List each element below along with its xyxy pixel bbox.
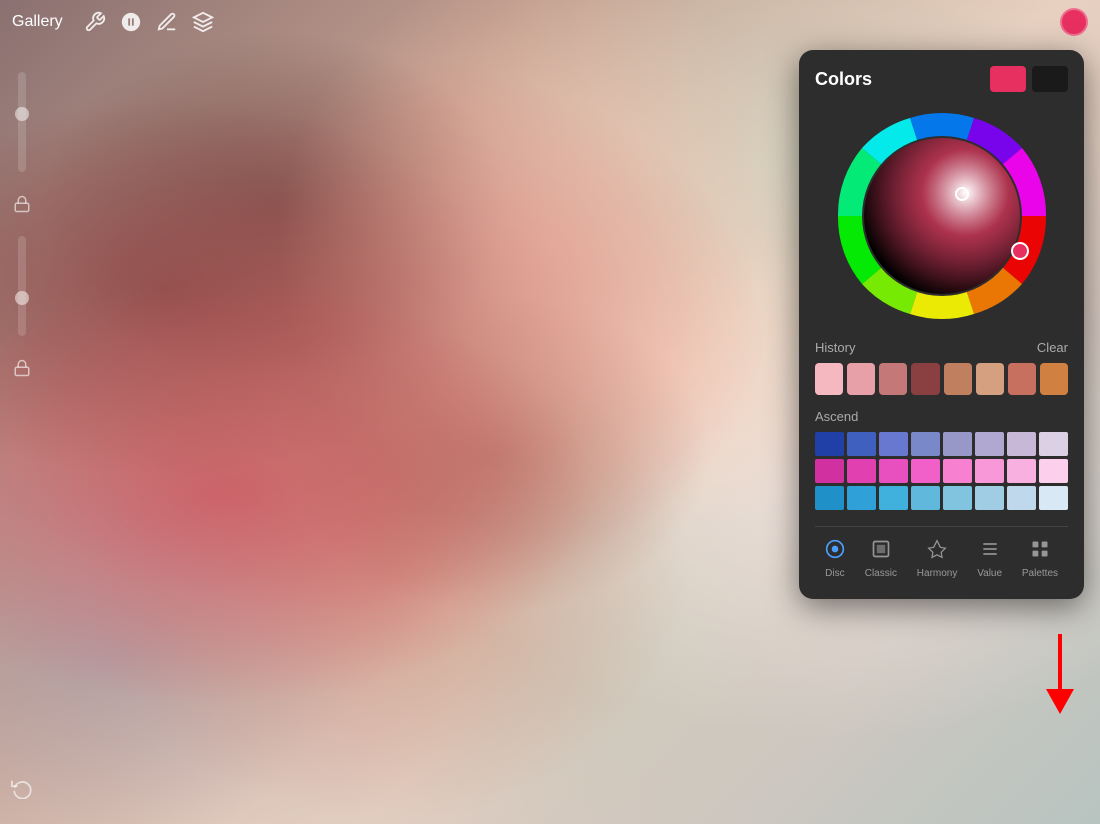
palette-swatch[interactable] <box>815 486 844 510</box>
palette-swatch[interactable] <box>911 432 940 456</box>
classic-tab-icon <box>871 539 891 564</box>
palette-swatch[interactable] <box>975 432 1004 456</box>
palette-title: Ascend <box>815 409 1068 424</box>
palette-swatch[interactable] <box>815 432 844 456</box>
secondary-swatch[interactable] <box>1032 66 1068 92</box>
tab-value[interactable]: Value <box>969 535 1010 583</box>
toolbar-tools <box>79 6 219 38</box>
size-lock-icon[interactable] <box>6 352 38 384</box>
color-wheel-container <box>815 106 1068 326</box>
palettes-tab-icon <box>1030 539 1050 564</box>
value-tab-icon <box>980 539 1000 564</box>
tab-harmony[interactable]: Harmony <box>909 535 966 583</box>
palette-swatch[interactable] <box>847 459 876 483</box>
history-swatch-5[interactable] <box>944 363 972 395</box>
primary-swatch[interactable] <box>990 66 1026 92</box>
tab-classic[interactable]: Classic <box>857 535 905 583</box>
gallery-label: Gallery <box>12 13 63 31</box>
opacity-lock-icon[interactable] <box>6 188 38 220</box>
disc-tab-icon <box>825 539 845 564</box>
clear-button[interactable]: Clear <box>1037 340 1068 355</box>
palette-swatch[interactable] <box>1039 486 1068 510</box>
toolbar-right <box>1060 8 1088 36</box>
palette-swatch[interactable] <box>815 459 844 483</box>
palette-swatch[interactable] <box>975 486 1004 510</box>
palette-swatch[interactable] <box>911 459 940 483</box>
red-arrow-annotation <box>1040 634 1080 724</box>
disc-tab-label: Disc <box>825 568 844 579</box>
history-header: History Clear <box>815 340 1068 355</box>
color-swatches-header <box>990 66 1068 92</box>
harmony-tab-label: Harmony <box>917 568 958 579</box>
active-color-button[interactable] <box>1060 8 1088 36</box>
palette-swatch[interactable] <box>1039 432 1068 456</box>
undo-button[interactable] <box>6 772 38 804</box>
history-swatch-4[interactable] <box>911 363 939 395</box>
color-wheel[interactable] <box>832 106 1052 326</box>
value-tab-label: Value <box>977 568 1002 579</box>
colors-title: Colors <box>815 69 872 90</box>
palette-swatch[interactable] <box>847 432 876 456</box>
history-swatch-1[interactable] <box>815 363 843 395</box>
history-title: History <box>815 340 855 355</box>
palette-swatch[interactable] <box>1007 459 1036 483</box>
history-swatch-7[interactable] <box>1008 363 1036 395</box>
left-sidebar <box>0 44 44 824</box>
wrench-icon[interactable] <box>79 6 111 38</box>
color-tabs: Disc Classic Harmony <box>815 526 1068 583</box>
palette-swatch[interactable] <box>943 432 972 456</box>
palette-swatch[interactable] <box>1039 459 1068 483</box>
harmony-tab-icon <box>927 539 947 564</box>
history-swatch-6[interactable] <box>976 363 1004 395</box>
smudge-icon[interactable] <box>151 6 183 38</box>
colors-header: Colors <box>815 66 1068 92</box>
palettes-tab-label: Palettes <box>1022 568 1058 579</box>
colors-panel: Colors <box>799 50 1084 599</box>
brush-size-slider[interactable] <box>18 236 26 336</box>
palette-swatch[interactable] <box>847 486 876 510</box>
adjust-icon[interactable] <box>115 6 147 38</box>
palette-swatch[interactable] <box>975 459 1004 483</box>
palette-swatch[interactable] <box>911 486 940 510</box>
gallery-button[interactable]: Gallery <box>12 13 63 31</box>
palette-swatch[interactable] <box>1007 486 1036 510</box>
history-swatch-8[interactable] <box>1040 363 1068 395</box>
palette-swatch[interactable] <box>943 486 972 510</box>
top-toolbar: Gallery <box>0 0 1100 44</box>
palette-swatch[interactable] <box>1007 432 1036 456</box>
palette-swatch[interactable] <box>879 459 908 483</box>
layers-icon[interactable] <box>187 6 219 38</box>
history-swatch-2[interactable] <box>847 363 875 395</box>
tab-palettes[interactable]: Palettes <box>1014 535 1066 583</box>
history-swatches <box>815 363 1068 395</box>
palette-grid <box>815 432 1068 510</box>
palette-swatch[interactable] <box>879 432 908 456</box>
palette-swatch[interactable] <box>879 486 908 510</box>
palette-swatch[interactable] <box>943 459 972 483</box>
tab-disc[interactable]: Disc <box>817 535 853 583</box>
history-swatch-3[interactable] <box>879 363 907 395</box>
opacity-slider[interactable] <box>18 72 26 172</box>
classic-tab-label: Classic <box>865 568 897 579</box>
